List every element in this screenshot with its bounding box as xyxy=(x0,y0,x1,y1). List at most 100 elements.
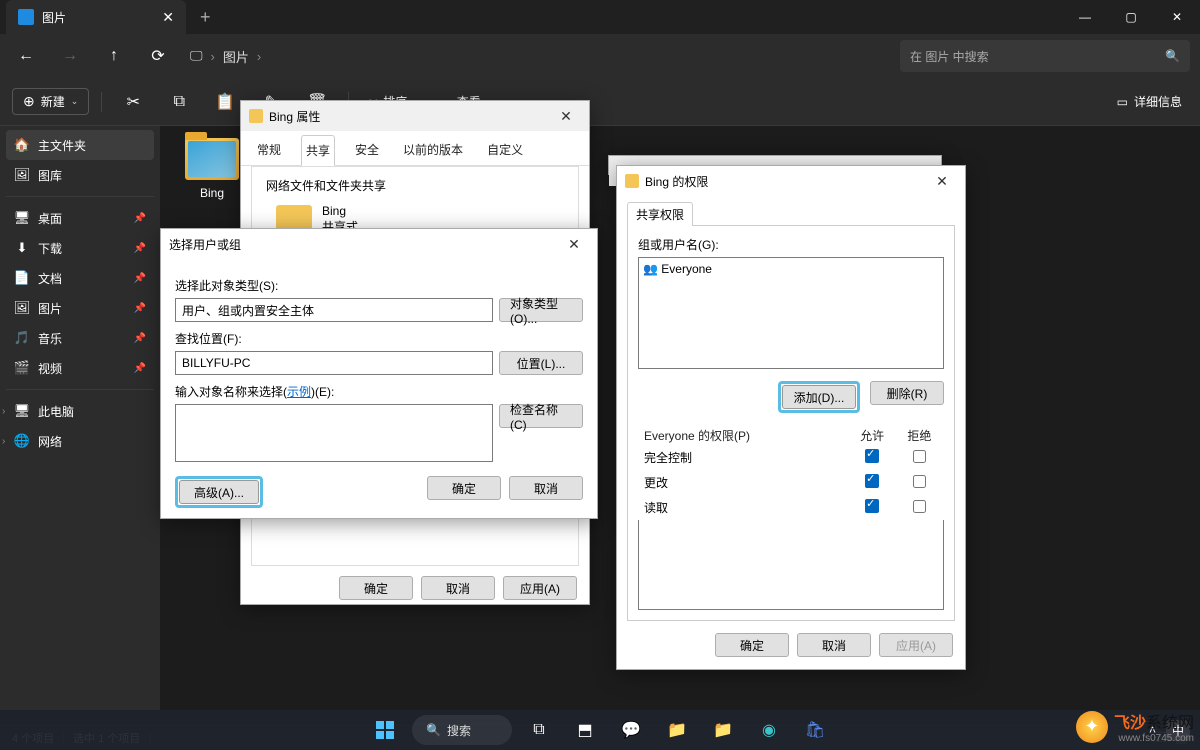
detail-button[interactable]: 详细信息 xyxy=(1134,93,1182,110)
sidebar-item-documents[interactable]: 📄文档📌 xyxy=(6,263,154,293)
widgets-button[interactable]: ⬒ xyxy=(566,714,604,746)
window-controls: — ▢ ✕ xyxy=(1062,1,1200,33)
cancel-button[interactable]: 取消 xyxy=(421,576,495,600)
deny-change[interactable] xyxy=(913,475,926,488)
gallery-icon: 🖼 xyxy=(14,167,30,183)
sidebar-item-videos[interactable]: 🎬视频📌 xyxy=(6,353,154,383)
separator xyxy=(101,92,102,112)
close-icon[interactable]: ✕ xyxy=(927,173,957,190)
sidebar-item-thispc[interactable]: ›🖥此电脑 xyxy=(6,396,154,426)
edge-button[interactable]: ◉ xyxy=(750,714,788,746)
tab-bar: 常规 共享 安全 以前的版本 自定义 xyxy=(241,131,589,166)
sidebar-item-desktop[interactable]: 🖥桌面📌 xyxy=(6,203,154,233)
tab-general[interactable]: 常规 xyxy=(253,135,285,165)
deny-read[interactable] xyxy=(913,500,926,513)
expand-icon[interactable]: › xyxy=(2,436,5,447)
locations-button[interactable]: 位置(L)... xyxy=(499,351,583,375)
search-input[interactable]: 在 图片 中搜索 🔍 xyxy=(900,40,1190,72)
ok-button[interactable]: 确定 xyxy=(427,476,501,500)
dialog-title-bar[interactable]: Bing 属性 ✕ xyxy=(241,101,589,131)
allow-read[interactable] xyxy=(865,499,879,513)
object-type-label: 选择此对象类型(S): xyxy=(175,277,583,294)
task-view-button[interactable]: ⧉ xyxy=(520,714,558,746)
apply-button[interactable]: 应用(A) xyxy=(879,633,953,657)
pin-icon: 📌 xyxy=(134,303,146,314)
allow-full-control[interactable] xyxy=(865,449,879,463)
object-name-input[interactable] xyxy=(175,404,493,462)
titlebar: 图片 ✕ + — ▢ ✕ xyxy=(0,0,1200,34)
example-link[interactable]: 示例 xyxy=(287,385,311,399)
tab-sharing[interactable]: 共享 xyxy=(301,135,335,166)
cut-button[interactable]: ✂ xyxy=(114,86,152,118)
paste-button[interactable]: 📋 xyxy=(206,86,244,118)
expand-icon[interactable]: › xyxy=(2,406,5,417)
monitor-icon: 🖵 xyxy=(190,48,203,64)
deny-full-control[interactable] xyxy=(913,450,926,463)
advanced-button[interactable]: 高级(A)... xyxy=(179,480,259,504)
taskbar-search[interactable]: 🔍 搜索 xyxy=(412,715,512,745)
check-names-button[interactable]: 检查名称(C) xyxy=(499,404,583,428)
watermark-logo-icon: ✦ xyxy=(1076,711,1108,743)
add-tab-button[interactable]: + xyxy=(200,7,211,28)
ok-button[interactable]: 确定 xyxy=(339,576,413,600)
chevron-icon: › xyxy=(211,49,215,64)
sidebar-item-music[interactable]: 🎵音乐📌 xyxy=(6,323,154,353)
apply-button[interactable]: 应用(A) xyxy=(503,576,577,600)
highlight: 高级(A)... xyxy=(175,476,263,508)
folder-label: Bing xyxy=(200,186,224,200)
allow-change[interactable] xyxy=(865,474,879,488)
sidebar-item-network[interactable]: ›🌐网络 xyxy=(6,426,154,456)
location-box: BILLYFU-PC xyxy=(175,351,493,375)
start-button[interactable] xyxy=(366,714,404,746)
back-button[interactable]: ← xyxy=(10,40,42,72)
close-tab-icon[interactable]: ✕ xyxy=(162,9,174,26)
tab-share-permissions[interactable]: 共享权限 xyxy=(627,202,693,226)
tab-security[interactable]: 安全 xyxy=(351,135,383,165)
perm-row-label: 读取 xyxy=(640,496,847,519)
tab-title: 图片 xyxy=(42,9,66,26)
maximize-button[interactable]: ▢ xyxy=(1108,1,1154,33)
sidebar-item-gallery[interactable]: 🖼 图库 xyxy=(6,160,154,190)
folder-icon xyxy=(185,138,239,180)
user-list[interactable]: 👥 Everyone xyxy=(638,257,944,369)
address-bar[interactable]: 🖵 › 图片 › xyxy=(190,47,261,66)
select-user-dialog: 选择用户或组 ✕ 选择此对象类型(S): 用户、组或内置安全主体 对象类型(O)… xyxy=(160,228,598,519)
sidebar-item-pictures[interactable]: 🖼图片📌 xyxy=(6,293,154,323)
tab-customize[interactable]: 自定义 xyxy=(483,135,527,165)
dialog-title-bar[interactable]: 选择用户或组 ✕ xyxy=(161,229,597,259)
forward-button[interactable]: → xyxy=(54,40,86,72)
permissions-table: Everyone 的权限(P)允许拒绝 完全控制 更改 读取 xyxy=(638,425,944,521)
add-button[interactable]: 添加(D)... xyxy=(782,385,856,409)
breadcrumb[interactable]: 图片 xyxy=(223,47,249,66)
object-types-button[interactable]: 对象类型(O)... xyxy=(499,298,583,322)
explorer-running-button[interactable]: 📁 xyxy=(704,714,742,746)
close-icon[interactable]: ✕ xyxy=(559,236,589,253)
dialog-title-bar[interactable]: Bing 的权限 ✕ xyxy=(617,166,965,196)
pin-icon: 📌 xyxy=(134,363,146,374)
window-tab[interactable]: 图片 ✕ xyxy=(6,0,186,34)
tab-previous-versions[interactable]: 以前的版本 xyxy=(399,135,467,165)
minimize-button[interactable]: — xyxy=(1062,1,1108,33)
refresh-button[interactable]: ⟳ xyxy=(142,40,174,72)
copy-button[interactable]: ⧉ xyxy=(160,86,198,118)
store-button[interactable]: 🛍 xyxy=(796,714,834,746)
perm-for-label: Everyone 的权限(P) xyxy=(640,427,847,444)
folder-icon xyxy=(249,109,263,123)
cancel-button[interactable]: 取消 xyxy=(509,476,583,500)
search-icon: 🔍 xyxy=(1165,49,1180,63)
sidebar-item-downloads[interactable]: ⬇下载📌 xyxy=(6,233,154,263)
up-button[interactable]: ↑ xyxy=(98,40,130,72)
ok-button[interactable]: 确定 xyxy=(715,633,789,657)
remove-button[interactable]: 删除(R) xyxy=(870,381,944,405)
permissions-dialog: Bing 的权限 ✕ 共享权限 组或用户名(G): 👥 Everyone 添加(… xyxy=(616,165,966,670)
user-item[interactable]: 👥 Everyone xyxy=(643,262,939,276)
new-button[interactable]: ⊕ 新建 ⌄ xyxy=(12,88,89,115)
sidebar-item-home[interactable]: 🏠 主文件夹 xyxy=(6,130,154,160)
location-label: 查找位置(F): xyxy=(175,330,583,347)
group-users-label: 组或用户名(G): xyxy=(638,236,944,253)
chat-button[interactable]: 💬 xyxy=(612,714,650,746)
cancel-button[interactable]: 取消 xyxy=(797,633,871,657)
close-icon[interactable]: ✕ xyxy=(551,108,581,125)
explorer-button[interactable]: 📁 xyxy=(658,714,696,746)
close-window-button[interactable]: ✕ xyxy=(1154,1,1200,33)
